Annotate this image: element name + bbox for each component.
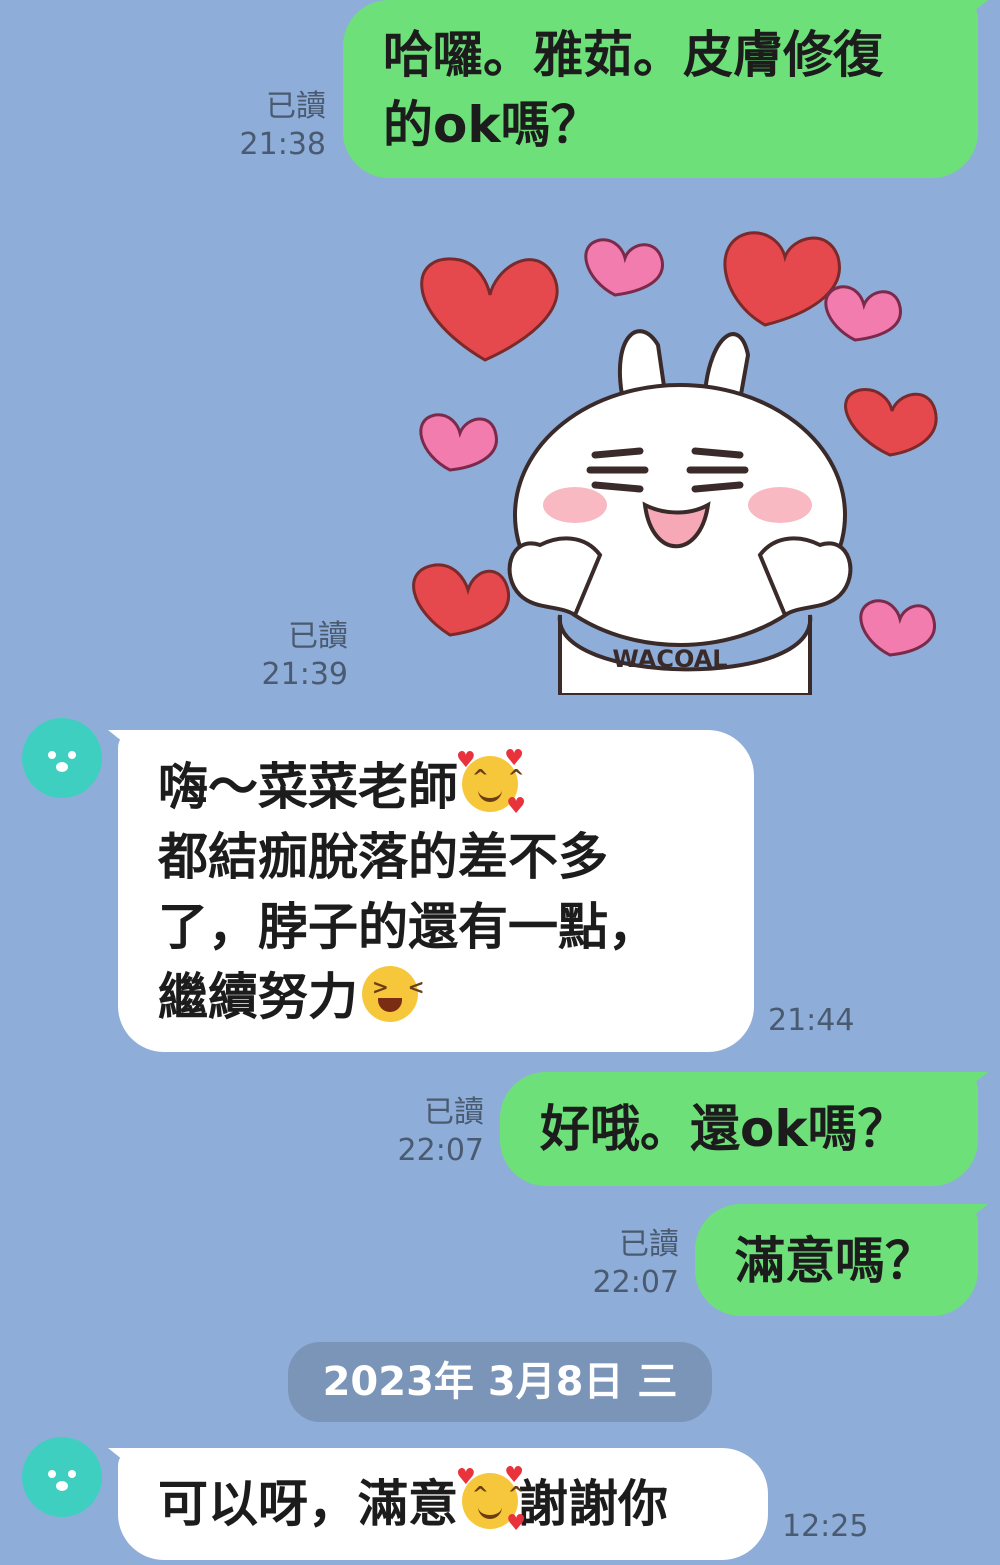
bunny-hearts-sticker[interactable]: WACOAL bbox=[390, 215, 950, 695]
message-meta: 21:44 bbox=[768, 1002, 878, 1040]
message-time: 21:38 bbox=[239, 127, 326, 162]
contact-avatar[interactable] bbox=[22, 1437, 102, 1517]
message-meta: 12:25 bbox=[782, 1508, 892, 1546]
emoji-eyes: ^ ^ bbox=[472, 765, 531, 789]
heart-icon: ♥ bbox=[456, 748, 476, 773]
message-text-line: 都結痂脫落的差不多 bbox=[158, 828, 608, 886]
emoji-mouth bbox=[378, 998, 402, 1012]
message-text-line-with-emoji: 嗨～菜菜老師 ^ ^ ♥ ♥ ♥ bbox=[158, 748, 724, 822]
message-text-line: 可以呀，滿意 bbox=[158, 1475, 458, 1533]
avatar-eye bbox=[68, 751, 76, 759]
bear-avatar-icon bbox=[48, 1470, 56, 1478]
chat-area: 已讀 21:38 哈囉。雅茹。皮膚修復 的ok嗎？ 已讀 21:39 WACOA… bbox=[0, 0, 1000, 1565]
incoming-message-bubble[interactable]: 可以呀，滿意 ^ ^ ♥ ♥ ♥ 謝謝你 bbox=[118, 1448, 768, 1560]
message-time: 22:07 bbox=[592, 1265, 679, 1300]
read-receipt: 已讀 bbox=[619, 1227, 679, 1262]
outgoing-message-bubble[interactable]: 滿意嗎？ bbox=[695, 1204, 978, 1316]
emoji-mouth bbox=[478, 790, 502, 802]
heart-icon: ♥ bbox=[506, 794, 526, 819]
outgoing-message-bubble[interactable]: 哈囉。雅茹。皮膚修復 的ok嗎？ bbox=[343, 0, 978, 178]
date-separator: 2023年 3月8日 三 bbox=[288, 1342, 712, 1422]
message-text-line: 了，脖子的還有一點， bbox=[158, 898, 658, 956]
avatar-nose bbox=[56, 762, 68, 772]
message-text-line-with-emoji: 可以呀，滿意 ^ ^ ♥ ♥ ♥ 謝謝你 bbox=[158, 1465, 738, 1539]
message-text-line: 繼續努力 bbox=[158, 968, 358, 1026]
heart-icon: ♥ bbox=[506, 1511, 526, 1536]
grinning-squinting-face-emoji: > < bbox=[362, 966, 431, 1022]
message-time: 22:07 bbox=[397, 1133, 484, 1168]
emoji-eyes: ^ ^ bbox=[472, 1482, 531, 1506]
message-time: 21:44 bbox=[768, 1003, 855, 1038]
message-meta: 已讀 21:39 bbox=[220, 618, 348, 694]
message-meta: 已讀 21:38 bbox=[200, 88, 326, 164]
message-text-line: 滿意嗎？ bbox=[735, 1232, 935, 1290]
contact-avatar[interactable] bbox=[22, 718, 102, 798]
message-text-line: 哈囉。雅茹。皮膚修復 bbox=[383, 26, 883, 84]
read-receipt: 已讀 bbox=[424, 1095, 484, 1130]
sticker-label: WACOAL bbox=[612, 645, 727, 673]
message-meta: 已讀 22:07 bbox=[370, 1094, 484, 1170]
emoji-mouth bbox=[478, 1507, 502, 1519]
message-text-line: 嗨～菜菜老師 bbox=[158, 758, 458, 816]
message-time: 12:25 bbox=[782, 1509, 869, 1544]
message-text-line: 的ok嗎？ bbox=[383, 96, 601, 154]
smiling-face-with-hearts-emoji: ^ ^ ♥ ♥ ♥ bbox=[456, 748, 531, 818]
message-time: 21:39 bbox=[261, 657, 348, 692]
message-text-line: 謝謝你 bbox=[518, 1475, 668, 1533]
outgoing-message-bubble[interactable]: 好哦。還ok嗎？ bbox=[500, 1072, 978, 1186]
incoming-message-bubble[interactable]: 嗨～菜菜老師 ^ ^ ♥ ♥ ♥ 都結痂脫落的差不多 了，脖子的還有一點， 繼續… bbox=[118, 730, 754, 1052]
heart-icon: ♥ bbox=[456, 1465, 476, 1490]
bunny-character: WACOAL bbox=[507, 329, 853, 695]
smiling-face-with-hearts-emoji: ^ ^ ♥ ♥ ♥ bbox=[456, 1465, 531, 1535]
message-meta: 已讀 22:07 bbox=[565, 1226, 679, 1302]
message-text-line: 好哦。還ok嗎？ bbox=[540, 1100, 908, 1158]
read-receipt: 已讀 bbox=[288, 619, 348, 654]
heart-icon: ♥ bbox=[504, 1463, 524, 1488]
avatar-nose bbox=[56, 1481, 68, 1491]
read-receipt: 已讀 bbox=[266, 89, 326, 124]
emoji-eyes: > < bbox=[372, 975, 431, 999]
message-text-line-with-emoji: 繼續努力 > < bbox=[158, 962, 724, 1032]
heart-icon: ♥ bbox=[504, 746, 524, 771]
avatar-eye bbox=[68, 1470, 76, 1478]
bear-avatar-icon bbox=[48, 751, 56, 759]
